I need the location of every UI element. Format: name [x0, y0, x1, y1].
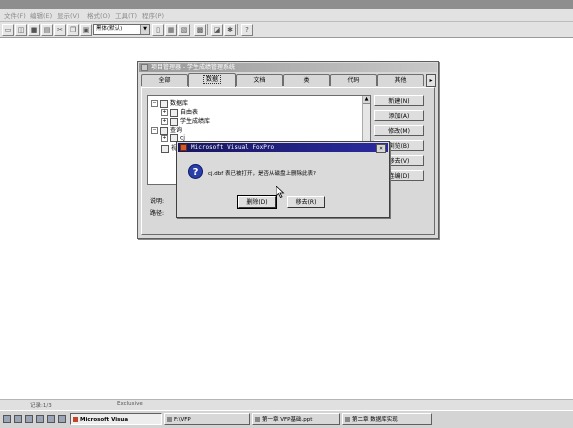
toolbar-separator [237, 24, 238, 35]
tab-other[interactable]: 其他 [377, 74, 424, 86]
foxpro-message-box: Microsoft Visual FoxPro × ? cj.dbf 表已被打开… [176, 141, 390, 218]
message-box-title: Microsoft Visual FoxPro [191, 144, 275, 151]
open-file-icon[interactable]: ◫ [15, 24, 27, 36]
message-box-title-bar[interactable]: Microsoft Visual FoxPro × [178, 143, 388, 153]
menu-view[interactable]: 显示(V) [57, 10, 80, 20]
foxpro-icon [73, 417, 78, 422]
tree-expander[interactable]: − [151, 127, 158, 134]
folder-icon [167, 417, 172, 422]
tab-data[interactable]: 数据 [188, 73, 236, 87]
help-icon[interactable]: ? [241, 24, 253, 36]
tab-data-label: 数据 [202, 75, 221, 84]
new-file-icon[interactable]: ▭ [2, 24, 14, 36]
chevron-down-icon[interactable]: ▼ [140, 25, 149, 34]
scroll-up-icon[interactable]: ▲ [363, 96, 370, 104]
command-window-icon[interactable]: ▯ [152, 24, 164, 36]
menu-program[interactable]: 程序(P) [142, 10, 164, 20]
report-icon[interactable]: ▩ [194, 24, 206, 36]
browser-icon[interactable] [14, 415, 22, 423]
tab-code[interactable]: 代码 [330, 74, 377, 86]
question-icon: ? [188, 164, 203, 179]
debugger-icon[interactable]: ◪ [211, 24, 223, 36]
record-status: 记录:1/3 [30, 403, 52, 409]
remove-from-project-button[interactable]: 移去(R) [287, 196, 325, 208]
media-icon[interactable] [47, 415, 55, 423]
tab-documents[interactable]: 文档 [236, 74, 283, 86]
paste-icon[interactable]: ▣ [80, 24, 92, 36]
tree-item-label: 查询 [170, 127, 183, 134]
status-bar: 记录:1/3 Exclusive [0, 399, 573, 410]
font-combo[interactable]: 黑体(默认) ▼ [93, 24, 150, 35]
print-icon[interactable]: ▤ [41, 24, 53, 36]
foxpro-icon [180, 144, 187, 151]
tree-expander[interactable]: + [161, 109, 168, 116]
toolbar-separator [207, 24, 208, 35]
task-label: Microsoft Visua [80, 417, 129, 423]
menu-tools[interactable]: 工具(T) [115, 10, 137, 20]
cut-icon[interactable]: ✂ [54, 24, 66, 36]
project-manager-title-bar[interactable]: 项目管理器 - 学生成绩管理系统 [139, 63, 437, 72]
menu-format[interactable]: 格式(O) [87, 10, 110, 20]
taskbar: Microsoft Visua F:\VFP 第一章 VFP基础.ppt 第二章… [0, 410, 573, 428]
form-designer-icon[interactable]: ▧ [178, 24, 190, 36]
new-button[interactable]: 新建(N) [374, 95, 424, 106]
modify-button[interactable]: 修改(M) [374, 125, 424, 136]
task-chapter-one-ppt[interactable]: 第一章 VFP基础.ppt [252, 413, 340, 425]
task-label: F:\VFP [174, 417, 191, 423]
tab-all[interactable]: 全部 [141, 74, 188, 86]
font-combo-value: 黑体(默认) [96, 26, 123, 32]
tree-expander[interactable]: + [161, 118, 168, 125]
tab-classes[interactable]: 类 [283, 74, 330, 86]
explorer-icon[interactable] [25, 415, 33, 423]
task-visual-foxpro[interactable]: Microsoft Visua [70, 413, 162, 425]
tree-expander[interactable]: + [161, 134, 168, 142]
save-icon[interactable]: ■ [28, 24, 40, 36]
description-label: 说明: [150, 198, 165, 205]
data-session-icon[interactable]: ▦ [165, 24, 177, 36]
email-icon[interactable] [36, 415, 44, 423]
menu-edit[interactable]: 编辑(E) [30, 10, 52, 20]
message-text: cj.dbf 表已被打开，是否从磁盘上删除此表? [208, 171, 316, 177]
desktop-icon[interactable] [3, 415, 11, 423]
project-tabs: 全部 数据 文档 类 代码 其他 ▸ [141, 73, 436, 87]
close-icon[interactable]: × [376, 144, 386, 153]
tree-expander[interactable]: − [151, 100, 158, 107]
delete-button[interactable]: 删除(D) [237, 195, 277, 209]
font-icon[interactable] [58, 415, 66, 423]
task-chapter-two[interactable]: 第二章 数据库实现 [342, 413, 432, 425]
task-label: 第二章 数据库实现 [352, 417, 398, 423]
path-label: 路径: [150, 210, 165, 217]
wizard-icon[interactable]: ✱ [224, 24, 236, 36]
view-icon [161, 144, 169, 153]
tree-item-label: 自由表 [180, 109, 199, 116]
copy-icon[interactable]: ❐ [67, 24, 79, 36]
tab-scroll-right-icon[interactable]: ▸ [426, 74, 436, 87]
add-button[interactable]: 添加(A) [374, 110, 424, 121]
tree-item-label: 数据库 [170, 100, 189, 107]
mouse-cursor-icon [276, 186, 285, 198]
menu-file[interactable]: 文件(F) [4, 10, 26, 20]
powerpoint-icon [255, 417, 260, 422]
exclusive-status: Exclusive [117, 401, 143, 407]
project-icon [141, 64, 148, 71]
project-manager-title: 项目管理器 - 学生成绩管理系统 [151, 64, 235, 71]
menu-bar: 文件(F) 编辑(E) 显示(V) 格式(O) 工具(T) 程序(P) [0, 9, 573, 22]
task-vfp-folder[interactable]: F:\VFP [164, 413, 250, 425]
window-title-bar [0, 0, 573, 9]
document-icon [345, 417, 350, 422]
task-label: 第一章 VFP基础.ppt [262, 417, 313, 423]
tree-item-label: 学生成绩库 [180, 118, 211, 125]
standard-toolbar: ▭ ◫ ■ ▤ ✂ ❐ ▣ 黑体(默认) ▼ ▯ ▦ ▧ ▩ ◪ ✱ ? [0, 22, 573, 38]
